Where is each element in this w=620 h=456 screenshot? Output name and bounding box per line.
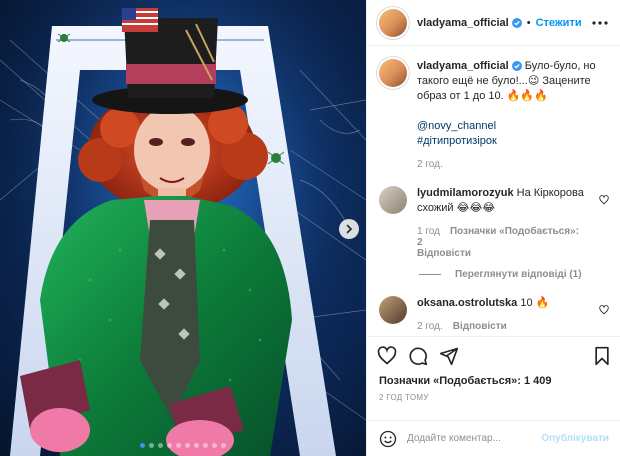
author-avatar[interactable] <box>379 8 407 37</box>
post-sidebar: vladyama_official • Стежити vladyama_off… <box>366 0 620 456</box>
heart-icon <box>377 346 397 365</box>
reply-button[interactable]: Відповісти <box>417 248 471 259</box>
caption-meta: 2 год. <box>417 159 609 170</box>
comment-meta: 1 год Позначки «Подобається»: 2 Відповіст… <box>417 226 591 259</box>
action-bar <box>367 337 620 375</box>
verified-badge-icon <box>511 61 522 71</box>
comment-icon <box>409 347 428 366</box>
add-comment-form: Опублікувати <box>367 420 620 456</box>
smiley-icon <box>379 430 397 447</box>
caption-username[interactable]: vladyama_official <box>417 60 509 72</box>
comment-body: 10 <box>520 297 533 309</box>
mention-link[interactable]: @novy_channel <box>417 119 609 134</box>
caption-text: vladyama_official Було-було, но такого е… <box>417 59 609 149</box>
carousel-dot <box>203 443 208 448</box>
commenter-avatar[interactable] <box>379 296 407 324</box>
photo-illustration <box>0 0 366 456</box>
heart-icon <box>599 305 609 315</box>
carousel-dot <box>185 443 190 448</box>
bookmark-icon <box>595 346 609 366</box>
more-options-button[interactable] <box>592 20 608 25</box>
likes-count[interactable]: Позначки «Подобається»: 1 409 <box>367 375 620 387</box>
carousel-dot <box>194 443 199 448</box>
author-username[interactable]: vladyama_official <box>417 17 509 29</box>
carousel-next-button[interactable] <box>339 219 359 239</box>
carousel-dot <box>167 443 172 448</box>
fire-emoji: 🔥 <box>535 297 550 309</box>
caption-time[interactable]: 2 год. <box>417 159 443 170</box>
carousel-dot <box>176 443 181 448</box>
replies-divider-line <box>419 274 441 275</box>
view-replies-button[interactable]: Переглянути відповіді (1) <box>419 269 609 280</box>
comment-likes[interactable]: Позначки «Подобається»: 2 <box>417 226 579 248</box>
comment-meta: 2 год. Відповісти <box>417 321 591 332</box>
carousel-dot <box>140 443 145 448</box>
follow-button[interactable]: Стежити <box>536 17 582 29</box>
heart-icon <box>599 195 609 205</box>
comment-item: oksana.ostrolutska 10 🔥 2 год. Відповісти <box>379 296 609 332</box>
verified-badge-icon <box>511 17 522 28</box>
more-horizontal-icon <box>592 20 608 25</box>
carousel-dot <box>158 443 163 448</box>
carousel-indicator <box>0 443 366 448</box>
post-timestamp[interactable]: 2 ГОД ТОМУ <box>367 387 620 402</box>
commenter-username[interactable]: oksana.ostrolutska <box>417 297 517 309</box>
comment-item: lyudmilamorozyuk На Кіркорова схожий 😂😂😂… <box>379 186 609 259</box>
commenter-avatar[interactable] <box>379 186 407 214</box>
save-button[interactable] <box>593 346 611 366</box>
reply-button[interactable]: Відповісти <box>453 321 507 332</box>
comment-text: lyudmilamorozyuk На Кіркорова схожий 😂😂😂 <box>417 186 591 216</box>
instagram-post: vladyama_official • Стежити vladyama_off… <box>0 0 620 456</box>
post-actions-section: Позначки «Подобається»: 1 409 2 ГОД ТОМУ <box>367 336 620 402</box>
like-comment-button[interactable] <box>599 195 609 208</box>
chevron-right-icon <box>346 224 353 234</box>
comment-input[interactable] <box>407 433 542 444</box>
emoji-picker-button[interactable] <box>379 430 397 448</box>
separator-dot: • <box>526 16 531 29</box>
carousel-dot <box>221 443 226 448</box>
comment-button[interactable] <box>408 346 428 366</box>
share-button[interactable] <box>439 346 459 366</box>
view-replies-label: Переглянути відповіді (1) <box>455 269 582 280</box>
publish-comment-button[interactable]: Опублікувати <box>541 433 609 444</box>
caption-author-avatar[interactable] <box>379 59 407 87</box>
post-photo[interactable] <box>0 0 366 456</box>
carousel-dot <box>149 443 154 448</box>
commenter-username[interactable]: lyudmilamorozyuk <box>417 187 514 199</box>
comment-time[interactable]: 2 год. <box>417 321 443 332</box>
hashtag-link[interactable]: #дітипротизірок <box>417 134 609 149</box>
like-button[interactable] <box>377 346 397 366</box>
caption: vladyama_official Було-було, но такого е… <box>379 59 609 170</box>
wink-emoji: 😉 <box>527 75 540 87</box>
fire-emoji: 🔥🔥🔥 <box>506 90 548 102</box>
comment-text: oksana.ostrolutska 10 🔥 <box>417 296 591 311</box>
like-comment-button[interactable] <box>599 305 609 318</box>
post-header: vladyama_official • Стежити <box>367 0 620 46</box>
laughing-emoji: 😂😂😂 <box>456 202 496 214</box>
comment-time[interactable]: 1 год <box>417 226 440 237</box>
comments-list[interactable]: vladyama_official Було-було, но такого е… <box>367 47 620 335</box>
carousel-dot <box>212 443 217 448</box>
paper-plane-icon <box>439 347 459 366</box>
